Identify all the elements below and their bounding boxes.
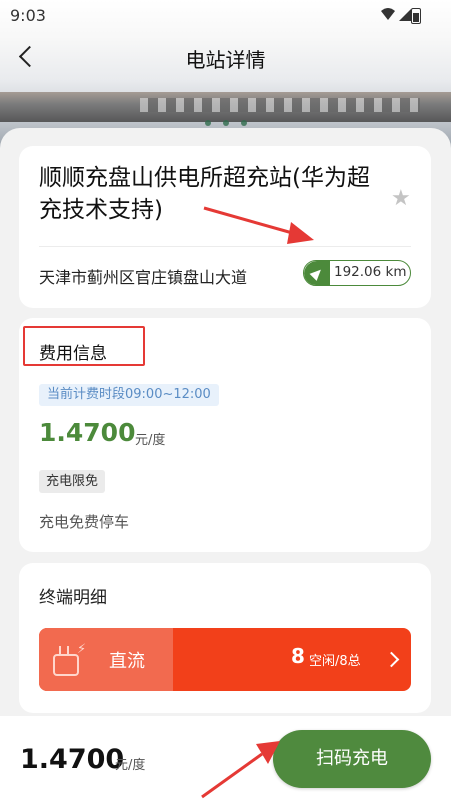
free-count: 8 — [291, 644, 305, 668]
terminal-detail-card: 终端明细 ⚡ 直流 8 空闲/8总 — [19, 563, 431, 713]
distance-value: 192.06 km — [334, 264, 407, 280]
battery-icon — [411, 8, 421, 24]
bottom-price-unit: 元/度 — [115, 758, 146, 773]
status-bar: 9:03 — [0, 0, 451, 30]
billing-period-badge: 当前计费时段09:00~12:00 — [39, 384, 219, 406]
plug-icon: ⚡ — [47, 640, 86, 684]
scan-to-charge-button[interactable]: 扫码充电 — [273, 730, 431, 788]
navigation-distance-button[interactable]: 192.06 km — [303, 260, 411, 286]
station-info-card: 顺顺充盘山供电所超充站(华为超充技术支持) ★ 天津市蓟州区官庄镇盘山大道 19… — [19, 146, 431, 308]
chevron-right-icon — [383, 651, 400, 668]
dc-type-label: 直流 — [109, 651, 145, 672]
price-unit: 元/度 — [135, 433, 166, 448]
dc-terminal-row[interactable]: ⚡ 直流 8 空闲/8总 — [39, 628, 411, 691]
divider — [39, 246, 411, 247]
free-total-label: 空闲/8总 — [309, 654, 361, 669]
station-name: 顺顺充盘山供电所超充站(华为超充技术支持) — [39, 165, 370, 223]
page-title: 电站详情 — [185, 48, 266, 72]
station-address: 天津市蓟州区官庄镇盘山大道 — [39, 268, 248, 287]
bottom-action-bar: 1.4700 元/度 扫码充电 — [0, 716, 451, 802]
current-price: 1.4700 — [39, 418, 136, 447]
free-charging-tag: 充电限免 — [39, 470, 106, 493]
fee-info-card: 费用信息 当前计费时段09:00~12:00 1.4700 元/度 充电限免 充… — [19, 318, 431, 552]
navigation-icon — [304, 261, 330, 285]
status-time: 9:03 — [10, 6, 46, 25]
terminal-section-title: 终端明细 — [39, 588, 107, 608]
fee-section-title: 费用信息 — [39, 344, 107, 364]
parking-info: 充电免费停车 — [39, 513, 130, 531]
star-icon[interactable]: ★ — [391, 186, 411, 211]
bottom-price: 1.4700 — [20, 744, 125, 775]
top-nav-bar: 电站详情 — [0, 34, 451, 78]
